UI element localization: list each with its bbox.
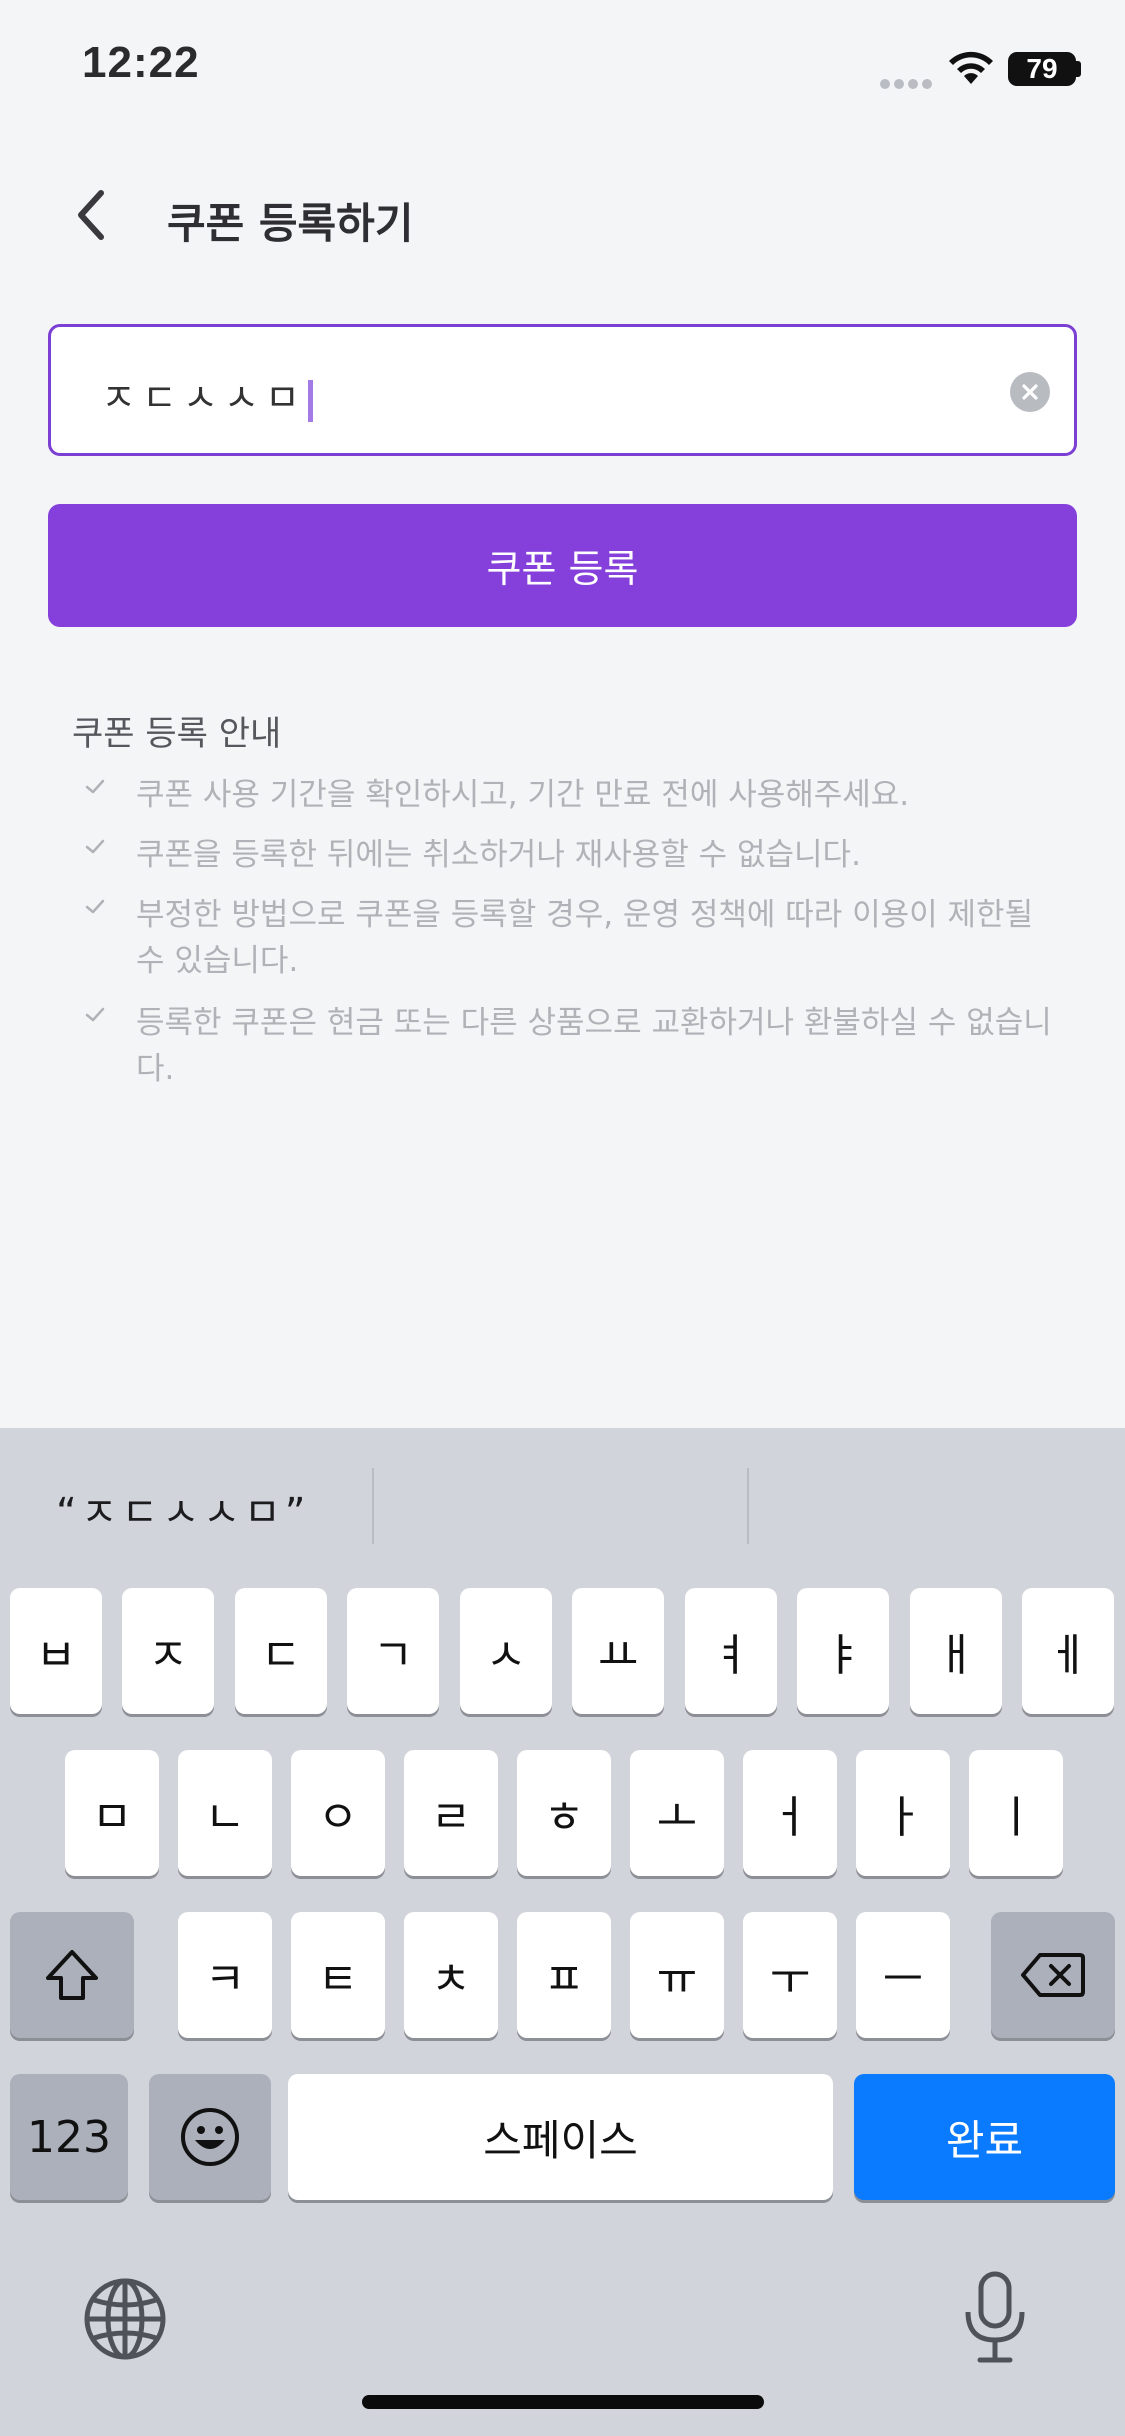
backspace-icon (1021, 1953, 1085, 1997)
emoji-key[interactable] (149, 2074, 271, 2200)
home-indicator (362, 2395, 764, 2409)
globe-button[interactable] (82, 2276, 172, 2366)
battery-cap (1076, 61, 1081, 77)
key[interactable]: ㅡ (856, 1912, 950, 2038)
key[interactable]: ㅑ (797, 1588, 889, 1714)
key[interactable]: ㅜ (743, 1912, 837, 2038)
key[interactable]: ㅕ (685, 1588, 777, 1714)
notice-item: 부정한 방법으로 쿠폰을 등록할 경우, 운영 정책에 따라 이용이 제한될 수… (84, 892, 1064, 984)
key[interactable]: ㅔ (1022, 1588, 1114, 1714)
key[interactable]: ㅁ (65, 1750, 159, 1876)
notice-item-text: 등록한 쿠폰은 현금 또는 다른 상품으로 교환하거나 환불하실 수 없습니다. (136, 1005, 1052, 1087)
coupon-input-value-wrap: ㅈㄷㅅㅅㅁ (101, 367, 313, 422)
key[interactable]: ㅛ (572, 1588, 664, 1714)
emoji-icon (181, 2108, 239, 2166)
microphone-icon (965, 2271, 1025, 2363)
key[interactable]: ㅇ (291, 1750, 385, 1876)
suggestion-bar: “ㅈㄷㅅㅅㅁ” (0, 1428, 1125, 1578)
key[interactable]: ㅅ (460, 1588, 552, 1714)
key[interactable]: ㅍ (517, 1912, 611, 2038)
notice-title: 쿠폰 등록 안내 (72, 714, 282, 754)
check-icon (85, 779, 105, 794)
key[interactable]: ㄹ (404, 1750, 498, 1876)
key[interactable]: ㅎ (517, 1750, 611, 1876)
key[interactable]: ㅋ (178, 1912, 272, 2038)
check-icon (85, 1007, 105, 1022)
cellular-signal-icon (880, 74, 936, 93)
back-chevron-icon (78, 190, 104, 240)
back-button[interactable] (60, 180, 120, 250)
key[interactable]: ㄴ (178, 1750, 272, 1876)
check-icon (85, 839, 105, 854)
numbers-key[interactable]: 123 (10, 2074, 128, 2200)
key[interactable]: ㅗ (630, 1750, 724, 1876)
status-time: 12:22 (82, 38, 200, 87)
globe-icon (84, 2278, 166, 2360)
key[interactable]: ㅂ (10, 1588, 102, 1714)
coupon-input-value: ㅈㄷㅅㅅㅁ (101, 376, 306, 420)
battery-indicator: 79 (1008, 52, 1076, 86)
key[interactable]: ㅏ (856, 1750, 950, 1876)
korean-keyboard: “ㅈㄷㅅㅅㅁ” ㅂ ㅈ ㄷ ㄱ ㅅ ㅛ ㅕ ㅑ ㅐ ㅔ ㅁ ㄴ ㅇ ㄹ ㅎ ㅗ … (0, 1428, 1125, 2436)
notice-item: 등록한 쿠폰은 현금 또는 다른 상품으로 교환하거나 환불하실 수 없습니다. (84, 1000, 1064, 1092)
key[interactable]: ㅐ (910, 1588, 1002, 1714)
suggestion-divider (372, 1468, 374, 1544)
key[interactable]: ㅊ (404, 1912, 498, 2038)
key[interactable]: ㅌ (291, 1912, 385, 2038)
coupon-code-input[interactable]: ㅈㄷㅅㅅㅁ (48, 324, 1077, 456)
shift-key[interactable] (10, 1912, 134, 2038)
wifi-icon (946, 50, 996, 90)
suggestion-divider (747, 1468, 749, 1544)
notice-item: 쿠폰을 등록한 뒤에는 취소하거나 재사용할 수 없습니다. (84, 832, 1064, 878)
dictation-button[interactable] (960, 2268, 1030, 2368)
space-key[interactable]: 스페이스 (288, 2074, 833, 2200)
key[interactable]: ㄱ (347, 1588, 439, 1714)
register-coupon-button[interactable]: 쿠폰 등록 (48, 504, 1077, 627)
shift-icon (46, 1950, 98, 2000)
key[interactable]: ㅠ (630, 1912, 724, 2038)
key[interactable]: ㄷ (235, 1588, 327, 1714)
key[interactable]: ㅈ (122, 1588, 214, 1714)
page-title: 쿠폰 등록하기 (167, 199, 414, 248)
key[interactable]: ㅣ (969, 1750, 1063, 1876)
notice-item-text: 쿠폰을 등록한 뒤에는 취소하거나 재사용할 수 없습니다. (136, 837, 861, 873)
done-key[interactable]: 완료 (854, 2074, 1115, 2200)
text-caret (307, 379, 313, 422)
key[interactable]: ㅓ (743, 1750, 837, 1876)
check-icon (85, 899, 105, 914)
notice-item-text: 부정한 방법으로 쿠폰을 등록할 경우, 운영 정책에 따라 이용이 제한될 수… (136, 897, 1034, 979)
backspace-key[interactable] (991, 1912, 1115, 2038)
clear-input-button[interactable] (1010, 372, 1050, 412)
notice-item-text: 쿠폰 사용 기간을 확인하시고, 기간 만료 전에 사용해주세요. (136, 777, 910, 813)
notice-item: 쿠폰 사용 기간을 확인하시고, 기간 만료 전에 사용해주세요. (84, 772, 1064, 818)
clear-icon (1022, 384, 1038, 400)
suggestion-item[interactable]: “ㅈㄷㅅㅅㅁ” (56, 1480, 309, 1538)
